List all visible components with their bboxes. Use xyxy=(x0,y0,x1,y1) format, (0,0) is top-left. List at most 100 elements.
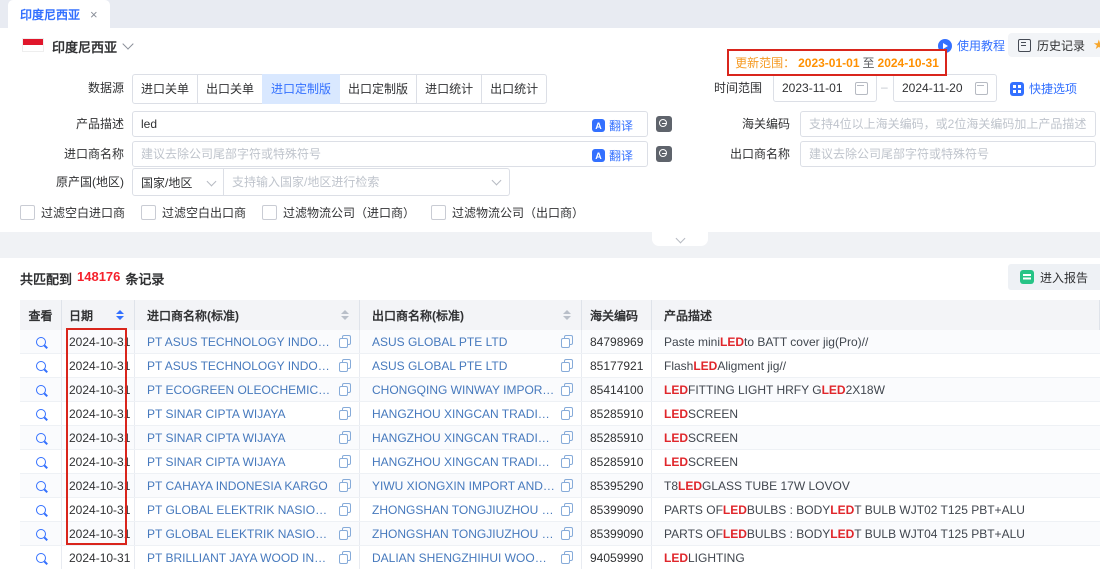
table-row: 2024-10-31PT SINAR CIPTA WIJAYAHANGZHOU … xyxy=(20,402,1100,426)
company-link[interactable]: PT ECOGREEN OLEOCHEMICALS xyxy=(147,383,333,397)
company-link[interactable]: PT SINAR CIPTA WIJAYA xyxy=(147,455,333,469)
company-link[interactable]: PT GLOBAL ELEKTRIK NASIONAL xyxy=(147,503,333,517)
company-link[interactable]: YIWU XIONGXIN IMPORT AND EXPORT... xyxy=(372,479,555,493)
history-button[interactable]: 历史记录 xyxy=(1008,33,1095,57)
filter-checkbox-2[interactable]: 过滤物流公司（进口商） xyxy=(262,204,415,221)
magnifier-icon[interactable] xyxy=(36,529,46,539)
copy-icon[interactable] xyxy=(339,359,351,372)
magnifier-icon[interactable] xyxy=(36,337,46,347)
source-tab-2[interactable]: 进口定制版 xyxy=(262,74,340,104)
cell-hs-code: 84798969 xyxy=(582,330,652,353)
cell-hs-code: 94059990 xyxy=(582,546,652,569)
copy-icon[interactable] xyxy=(339,383,351,396)
company-link[interactable]: ZHONGSHAN TONGJIUZHOU INTERNA... xyxy=(372,503,555,517)
company-link[interactable]: CHONGQING WINWAY IMPORT AND E... xyxy=(372,383,555,397)
copy-icon[interactable] xyxy=(561,551,573,564)
filter-checkbox-0[interactable]: 过滤空白进口商 xyxy=(20,204,125,221)
translate-button-importer[interactable]: A 翻译 xyxy=(592,147,633,164)
column-header-2[interactable]: 进口商名称(标准) xyxy=(135,300,360,330)
company-link[interactable]: PT SINAR CIPTA WIJAYA xyxy=(147,407,333,421)
cell-date: 2024-10-31 xyxy=(62,426,135,449)
magnifier-icon[interactable] xyxy=(36,361,46,371)
update-range-to-word: 至 xyxy=(863,54,875,71)
company-link[interactable]: ASUS GLOBAL PTE LTD xyxy=(372,359,555,373)
company-link[interactable]: PT CAHAYA INDONESIA KARGO xyxy=(147,479,333,493)
copy-icon[interactable] xyxy=(339,551,351,564)
collapse-panel-toggle[interactable] xyxy=(652,232,708,246)
copy-icon[interactable] xyxy=(561,335,573,348)
magnifier-icon[interactable] xyxy=(36,409,46,419)
star-icon: ★ xyxy=(1093,37,1100,53)
company-link[interactable]: PT SINAR CIPTA WIJAYA xyxy=(147,431,333,445)
company-link[interactable]: HANGZHOU XINGCAN TRADING CO LTD xyxy=(372,455,555,469)
magnifier-icon[interactable] xyxy=(36,481,46,491)
cell-exporter: YIWU XIONGXIN IMPORT AND EXPORT... xyxy=(360,474,582,497)
copy-icon[interactable] xyxy=(339,527,351,540)
quick-options-link[interactable]: 快捷选项 xyxy=(1010,80,1077,97)
magnifier-icon[interactable] xyxy=(36,385,46,395)
tab-indonesia[interactable]: 印度尼西亚 × xyxy=(8,0,110,28)
sort-icon[interactable] xyxy=(563,310,571,320)
copy-icon[interactable] xyxy=(561,455,573,468)
copy-icon[interactable] xyxy=(561,383,573,396)
magnifier-icon[interactable] xyxy=(36,553,46,563)
importer-input[interactable] xyxy=(132,141,648,167)
copy-icon[interactable] xyxy=(561,359,573,372)
company-link[interactable]: PT BRILLIANT JAYA WOOD INDUSTRY xyxy=(147,551,333,565)
enter-report-button[interactable]: 进入报告 xyxy=(1008,264,1100,290)
magnifier-icon[interactable] xyxy=(36,433,46,443)
copy-icon[interactable] xyxy=(561,431,573,444)
source-tab-1[interactable]: 出口关单 xyxy=(197,74,263,104)
source-tab-0[interactable]: 进口关单 xyxy=(132,74,198,104)
company-link[interactable]: DALIAN SHENGZHIHUI WOOD INDUST... xyxy=(372,551,555,565)
copy-icon[interactable] xyxy=(339,335,351,348)
cell-exporter: ZHONGSHAN TONGJIUZHOU INTERNA... xyxy=(360,498,582,521)
product-input[interactable] xyxy=(132,111,648,137)
origin-search-input[interactable] xyxy=(223,168,510,196)
cell-view xyxy=(20,354,62,377)
company-link[interactable]: PT ASUS TECHNOLOGY INDONESIA BA... xyxy=(147,335,333,349)
translate-button-product[interactable]: A 翻译 xyxy=(592,117,633,134)
magnifier-icon[interactable] xyxy=(36,505,46,515)
close-icon[interactable]: × xyxy=(90,7,98,22)
favorite-button[interactable]: ★ xyxy=(1087,33,1100,57)
company-link[interactable]: HANGZHOU XINGCAN TRADING CO LTD xyxy=(372,431,555,445)
sort-icon[interactable] xyxy=(116,310,124,320)
column-header-1[interactable]: 日期 xyxy=(62,300,135,330)
source-tab-4[interactable]: 进口统计 xyxy=(416,74,482,104)
cell-importer: PT SINAR CIPTA WIJAYA xyxy=(135,426,360,449)
column-header-3[interactable]: 出口商名称(标准) xyxy=(360,300,582,330)
magnifier-icon[interactable] xyxy=(36,457,46,467)
chevron-down-icon[interactable] xyxy=(122,38,133,49)
copy-icon[interactable] xyxy=(339,503,351,516)
company-link[interactable]: ZHONGSHAN TONGJIUZHOU INTERNA... xyxy=(372,527,555,541)
copy-icon[interactable] xyxy=(561,503,573,516)
origin-country-select[interactable]: 国家/地区 xyxy=(132,168,224,196)
hs-code-input[interactable] xyxy=(800,111,1096,137)
copy-icon[interactable] xyxy=(561,479,573,492)
source-tab-5[interactable]: 出口统计 xyxy=(481,74,547,104)
exporter-input[interactable] xyxy=(800,141,1096,167)
copy-icon[interactable] xyxy=(339,431,351,444)
copy-icon[interactable] xyxy=(561,527,573,540)
filter-checkbox-1[interactable]: 过滤空白出口商 xyxy=(141,204,246,221)
copy-icon[interactable] xyxy=(339,479,351,492)
filter-checkbox-3[interactable]: 过滤物流公司（出口商） xyxy=(431,204,584,221)
source-tab-3[interactable]: 出口定制版 xyxy=(339,74,417,104)
copy-icon[interactable] xyxy=(561,407,573,420)
cell-date: 2024-10-31 xyxy=(62,378,135,401)
tutorial-link[interactable]: 使用教程 xyxy=(938,37,1005,54)
cell-importer: PT ASUS TECHNOLOGY INDONESIA BA... xyxy=(135,330,360,353)
cell-exporter: DALIAN SHENGZHIHUI WOOD INDUST... xyxy=(360,546,582,569)
date-from-input[interactable]: 2023-11-01 xyxy=(773,74,877,102)
company-link[interactable]: ASUS GLOBAL PTE LTD xyxy=(372,335,555,349)
copy-icon[interactable] xyxy=(339,407,351,420)
chevron-down-icon xyxy=(207,176,217,186)
cell-exporter: ASUS GLOBAL PTE LTD xyxy=(360,354,582,377)
company-link[interactable]: PT ASUS TECHNOLOGY INDONESIA BA... xyxy=(147,359,333,373)
date-to-input[interactable]: 2024-11-20 xyxy=(893,74,997,102)
company-link[interactable]: HANGZHOU XINGCAN TRADING CO LTD xyxy=(372,407,555,421)
company-link[interactable]: PT GLOBAL ELEKTRIK NASIONAL xyxy=(147,527,333,541)
copy-icon[interactable] xyxy=(339,455,351,468)
sort-icon[interactable] xyxy=(341,310,349,320)
